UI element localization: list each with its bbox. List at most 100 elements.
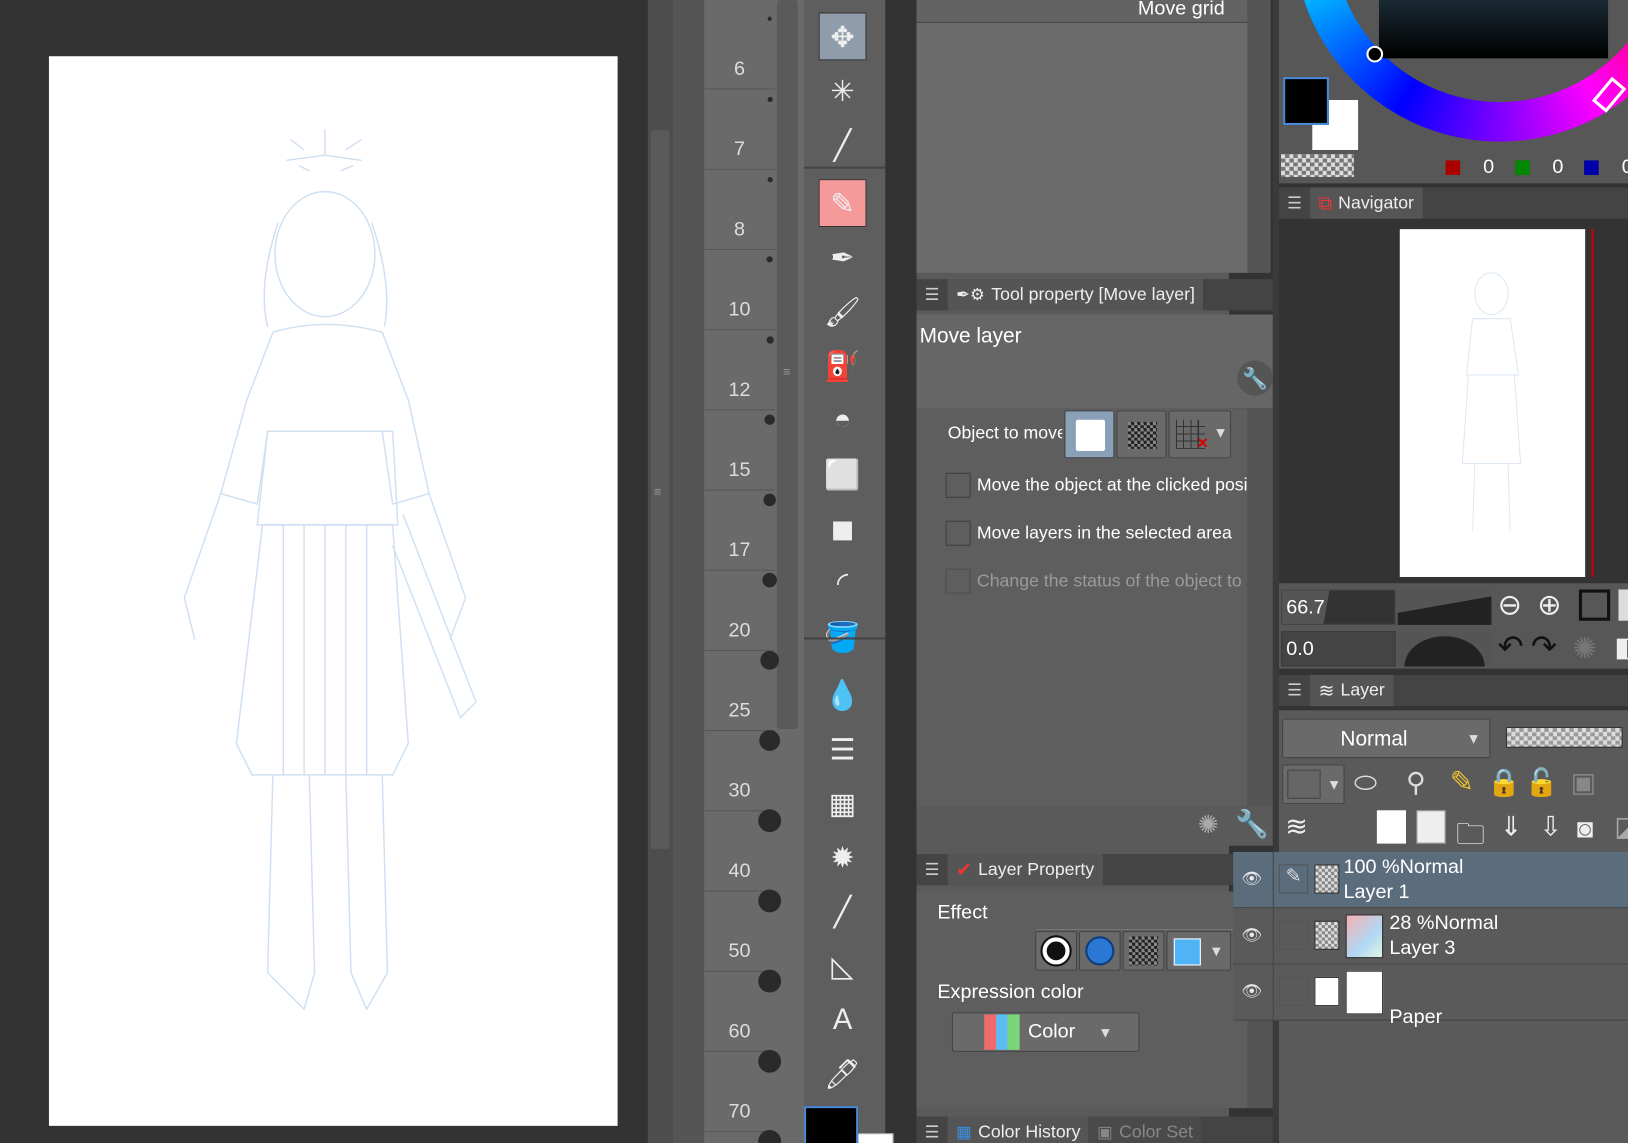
- panel-menu-icon[interactable]: ☰: [1279, 187, 1310, 218]
- reset-rotation-icon[interactable]: ✺: [1573, 631, 1597, 665]
- eraser-tool-icon[interactable]: ⬜: [819, 450, 867, 498]
- fit-to-window-icon[interactable]: ⤡: [1618, 589, 1628, 621]
- mask-toggle-icon[interactable]: ▣: [1571, 767, 1597, 799]
- blend-tool-icon[interactable]: ◜: [819, 558, 867, 606]
- brush-size-dot[interactable]: [764, 414, 775, 425]
- transfer-down-icon[interactable]: ⇓: [1500, 810, 1523, 842]
- eye-icon[interactable]: 👁: [1241, 981, 1262, 1002]
- effect-screen-button[interactable]: [1122, 931, 1165, 971]
- wrench-icon[interactable]: 🔧: [1237, 360, 1273, 396]
- foreground-color-swatch[interactable]: [804, 1106, 859, 1143]
- blend-mode-dropdown[interactable]: Normal ▼: [1282, 718, 1491, 759]
- brush-size-dot[interactable]: [763, 493, 776, 507]
- tool-settings-icon[interactable]: 🔧: [1235, 808, 1269, 840]
- tab-layer-property[interactable]: ✔ Layer Property: [947, 854, 1103, 886]
- canvas-vertical-scrollbar[interactable]: ≡: [647, 0, 673, 1143]
- rotate-slider[interactable]: 0.0: [1281, 631, 1396, 667]
- tab-layer[interactable]: ≋ Layer: [1310, 674, 1394, 707]
- editing-slot[interactable]: [1278, 920, 1309, 950]
- eye-icon[interactable]: 👁: [1241, 925, 1262, 946]
- merge-down-icon[interactable]: ⇩: [1539, 810, 1562, 842]
- tab-navigator[interactable]: ⧉ Navigator: [1310, 187, 1423, 219]
- opacity-slider[interactable]: [1506, 726, 1623, 748]
- rotate-slider-track[interactable]: [1397, 631, 1492, 667]
- effect-tone-button[interactable]: [1078, 931, 1121, 971]
- brush-size-dot[interactable]: [766, 256, 773, 263]
- spinner-icon[interactable]: ✺: [1198, 810, 1219, 840]
- transparent-color-swatch[interactable]: [1281, 154, 1354, 178]
- option-move-layers-selected-area[interactable]: Move layers in the selected area: [945, 520, 1232, 546]
- zoom-out-icon[interactable]: ⊖: [1498, 587, 1522, 621]
- expression-color-dropdown[interactable]: Color ▼: [951, 1012, 1140, 1052]
- object-layer-button[interactable]: [1064, 410, 1115, 459]
- draft-layer-icon[interactable]: ✎: [1450, 764, 1474, 798]
- effect-line-tool-icon[interactable]: ✹: [819, 833, 867, 881]
- subtool-scrollbar[interactable]: [1247, 0, 1271, 273]
- zoom-slider-track[interactable]: [1397, 589, 1492, 625]
- main-color-swatch[interactable]: [1283, 77, 1329, 125]
- airbrush-tool-icon[interactable]: ⛽: [819, 342, 867, 390]
- pencil-tool-icon[interactable]: ✒: [819, 233, 867, 281]
- zoom-in-icon[interactable]: ⊕: [1537, 587, 1561, 621]
- subtool-list[interactable]: [916, 22, 1248, 273]
- frame-tool-icon[interactable]: ▦: [819, 779, 867, 827]
- magic-wand-tool-icon[interactable]: ✳: [819, 67, 867, 115]
- layer-row[interactable]: 👁 Paper: [1233, 964, 1628, 1028]
- move-layer-tool-icon[interactable]: ✥: [818, 12, 867, 61]
- brush-size-dot[interactable]: [758, 969, 782, 993]
- text-tool-icon[interactable]: A: [819, 996, 867, 1044]
- correct-line-tool-icon[interactable]: 🖊: [819, 1050, 867, 1098]
- apply-mask-icon[interactable]: ◪: [1614, 810, 1628, 842]
- decoration-tool-icon[interactable]: ◓: [819, 396, 867, 444]
- effect-border-button[interactable]: [1035, 931, 1077, 971]
- eye-icon[interactable]: 👁: [1241, 869, 1262, 890]
- flip-horizontal-icon[interactable]: ◧: [1614, 631, 1628, 663]
- ruler-tool-icon[interactable]: ◺: [819, 942, 867, 990]
- new-raster-layer-icon[interactable]: [1376, 810, 1407, 844]
- figure-tool-icon[interactable]: ╱: [819, 887, 867, 935]
- brush-size-dot[interactable]: [760, 650, 780, 670]
- pen-tool-icon[interactable]: ✎: [818, 179, 867, 228]
- tab-color-set[interactable]: ▣ Color Set: [1088, 1116, 1202, 1143]
- smudge-tool-icon[interactable]: 💧: [819, 671, 867, 719]
- actual-size-icon[interactable]: [1578, 589, 1611, 621]
- canvas-area[interactable]: [0, 0, 648, 1143]
- brush-size-dot[interactable]: [758, 1049, 782, 1073]
- rotate-left-icon[interactable]: ↶: [1498, 629, 1524, 665]
- brush-tool-icon[interactable]: 🖌: [819, 287, 867, 335]
- layer-stack-icon[interactable]: ≋: [1285, 810, 1308, 842]
- gradient-tool-icon[interactable]: ◼: [819, 504, 867, 552]
- subtool-row-move-grid[interactable]: Move grid: [916, 0, 1248, 23]
- brush-size-dot[interactable]: [767, 96, 773, 102]
- create-mask-icon[interactable]: ◙: [1577, 812, 1593, 844]
- navigator-preview[interactable]: [1278, 222, 1628, 582]
- brush-size-dot[interactable]: [758, 889, 782, 913]
- brush-size-dot[interactable]: [767, 16, 772, 21]
- effect-color-dropdown[interactable]: ▼: [1166, 931, 1232, 971]
- zoom-slider[interactable]: 66.7: [1281, 589, 1396, 625]
- object-grid-dropdown[interactable]: ✕ ▼: [1168, 410, 1232, 459]
- reference-layer-icon[interactable]: ⚲: [1406, 767, 1426, 799]
- saturation-value-square[interactable]: [1378, 0, 1609, 59]
- panel-menu-icon[interactable]: ☰: [917, 279, 948, 310]
- eyedropper-tool-icon[interactable]: ╱: [819, 121, 867, 169]
- tab-tool-property[interactable]: ✒⚙ Tool property [Move layer]: [947, 279, 1204, 311]
- layer-color-dropdown[interactable]: ▼: [1282, 764, 1345, 805]
- panel-menu-icon[interactable]: ☰: [917, 854, 948, 885]
- brush-size-dot[interactable]: [766, 335, 774, 344]
- clip-layer-icon[interactable]: ⬭: [1354, 767, 1377, 800]
- tone-tool-icon[interactable]: ☰: [819, 725, 867, 773]
- brush-size-dot[interactable]: [758, 809, 782, 833]
- checkbox[interactable]: [945, 472, 971, 498]
- checkbox[interactable]: [945, 520, 971, 546]
- new-vector-layer-icon[interactable]: [1416, 810, 1446, 844]
- brush-size-dot[interactable]: [762, 572, 777, 588]
- brush-size-dot[interactable]: [767, 176, 773, 182]
- editing-pen-icon[interactable]: ✎: [1278, 864, 1309, 894]
- drawing-paper[interactable]: [48, 56, 618, 1126]
- layer-row[interactable]: 👁 28 %Normal Layer 3: [1233, 908, 1628, 965]
- panel-menu-icon[interactable]: ☰: [1279, 675, 1310, 706]
- layer-row[interactable]: 👁 ✎ 100 %Normal Layer 1: [1233, 851, 1628, 909]
- lock-layer-icon[interactable]: 🔒: [1487, 767, 1521, 799]
- panel-menu-icon[interactable]: ☰: [917, 1116, 948, 1143]
